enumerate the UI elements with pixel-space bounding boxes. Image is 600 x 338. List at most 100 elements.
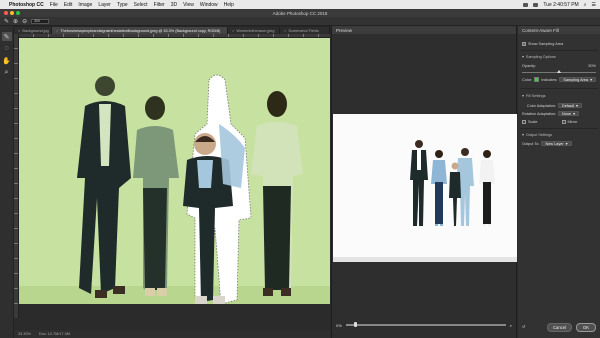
- content-aware-fill-panel: Content-Aware Fill ✓ Show Sampling Area …: [518, 26, 600, 338]
- preview-zoom-thumb[interactable]: [353, 322, 357, 328]
- menu-help[interactable]: Help: [224, 2, 234, 8]
- tab-active-document[interactable]: × Thebusinesspeopleandsignsinthestaticel…: [52, 27, 228, 34]
- mirror-label: Mirror: [567, 120, 578, 124]
- canvas-bottom-area: [19, 304, 330, 318]
- zoom-readout[interactable]: 33.33%: [18, 332, 31, 336]
- wifi-icon[interactable]: [523, 2, 529, 7]
- lasso-icon[interactable]: ◌: [2, 44, 12, 53]
- color-adaptation-value: Default: [562, 103, 575, 108]
- doc-size[interactable]: Doc: 12.7M/17.3M: [39, 332, 70, 336]
- preview-image[interactable]: [333, 114, 517, 262]
- app-menu[interactable]: Photoshop CC: [9, 2, 44, 8]
- color-label: Color:: [522, 77, 533, 82]
- sampling-brush-icon[interactable]: ✎: [1, 32, 12, 41]
- chevron-down-icon: ▾: [522, 133, 524, 137]
- subtract-mode-icon[interactable]: ⊖: [22, 18, 27, 25]
- minimize-window-icon[interactable]: [10, 11, 14, 15]
- show-sampling-area-label: Show Sampling Area: [528, 42, 564, 46]
- search-icon[interactable]: ⌕: [584, 2, 587, 8]
- zoom-window-icon[interactable]: [16, 11, 20, 15]
- show-sampling-area-checkbox[interactable]: ✓: [522, 42, 526, 46]
- tool-panel: ✎ ◌ ✋ ⌕: [0, 26, 14, 338]
- close-window-icon[interactable]: [4, 11, 8, 15]
- preview-title: Preview: [332, 26, 516, 34]
- menu-select[interactable]: Select: [134, 2, 148, 8]
- tab-label: Thebusinesspeopleandsignsinthestaticellb…: [60, 28, 221, 33]
- close-tab-icon[interactable]: ×: [18, 28, 20, 33]
- document-tabs: × Background.jpg × Thebusinesspeopleands…: [14, 26, 330, 34]
- clock[interactable]: Tue 2:40:57 PM: [543, 2, 578, 8]
- output-to-label: Output To:: [522, 141, 540, 146]
- menu-edit[interactable]: Edit: [64, 2, 73, 8]
- menu-file[interactable]: File: [50, 2, 58, 8]
- menu-image[interactable]: Image: [78, 2, 92, 8]
- show-sampling-area-row[interactable]: ✓ Show Sampling Area: [522, 42, 563, 46]
- menu-3d[interactable]: 3D: [171, 2, 177, 8]
- brush-size-field[interactable]: 300: [31, 18, 50, 24]
- chevron-down-icon: ▾: [576, 104, 578, 108]
- cancel-button[interactable]: Cancel: [547, 323, 573, 332]
- opacity-value[interactable]: 50%: [588, 64, 596, 68]
- scale-label: Scale: [528, 120, 538, 124]
- fill-settings-label: Fill Settings: [525, 93, 546, 98]
- menu-layer[interactable]: Layer: [98, 2, 111, 8]
- tab-label: Womenintheraum.jpeg: [236, 28, 275, 33]
- rotation-adaptation-value: None: [562, 111, 572, 116]
- color-adaptation-label: Color Adaptation:: [526, 103, 556, 108]
- zoom-in-icon[interactable]: ⌕: [510, 323, 512, 328]
- color-adaptation-select[interactable]: Default ▾: [558, 103, 582, 108]
- document-status-bar: 33.33% Doc: 12.7M/17.3M: [14, 330, 330, 338]
- menu-filter[interactable]: Filter: [154, 2, 165, 8]
- tab-label: Background.jpg: [22, 28, 49, 33]
- color-swatch[interactable]: [534, 77, 540, 82]
- person-woman-left: [133, 96, 179, 296]
- menu-view[interactable]: View: [183, 2, 194, 8]
- close-tab-icon[interactable]: ×: [284, 28, 286, 33]
- opacity-row: Opacity: 50%: [522, 64, 596, 68]
- rotation-adaptation-row: Rotation Adaptation: None ▾: [522, 111, 579, 116]
- person-selected-man: [183, 74, 252, 305]
- panel-title: Content-Aware Fill: [518, 26, 600, 34]
- person-woman-right: [251, 91, 303, 296]
- output-settings-header[interactable]: ▾ Output Settings: [522, 132, 552, 138]
- scale-checkbox[interactable]: [522, 120, 526, 124]
- brush-tool-icon[interactable]: ✎: [4, 18, 9, 25]
- preview-zoom-row: 0% ⌕: [336, 322, 512, 328]
- menu-window[interactable]: Window: [200, 2, 218, 8]
- chevron-down-icon: ▾: [565, 142, 568, 146]
- window-title-bar: Adobe Photoshop CC 2018: [0, 9, 600, 17]
- close-tab-icon[interactable]: ×: [232, 28, 234, 33]
- chevron-down-icon: ▾: [573, 112, 575, 116]
- indicates-select[interactable]: Sampling Area ▾: [559, 77, 597, 82]
- reset-icon[interactable]: ↺: [522, 324, 525, 329]
- opacity-slider[interactable]: [522, 70, 596, 73]
- options-bar: ✎ ⊕ ⊖ 300: [0, 17, 600, 26]
- tab-background[interactable]: × Background.jpg: [14, 27, 52, 34]
- color-adaptation-row: Color Adaptation: Default ▾: [522, 103, 582, 108]
- output-to-select[interactable]: New Layer ▾: [541, 141, 572, 146]
- battery-icon[interactable]: [533, 2, 539, 7]
- zoom-icon[interactable]: ⌕: [2, 68, 12, 77]
- add-mode-icon[interactable]: ⊕: [13, 18, 18, 25]
- close-tab-icon[interactable]: ×: [56, 28, 58, 33]
- status-area: Tue 2:40:57 PM ⌕ ☰: [523, 2, 596, 8]
- sampling-options-label: Sampling Options: [525, 54, 556, 59]
- menu-type[interactable]: Type: [117, 2, 128, 8]
- mirror-checkbox[interactable]: [561, 120, 566, 124]
- ok-button[interactable]: OK: [576, 323, 597, 332]
- tab-label: Screenshot Fields: [288, 28, 319, 33]
- opacity-slider-thumb[interactable]: [557, 70, 561, 73]
- preview-zoom-slider[interactable]: [345, 322, 506, 328]
- rotation-adaptation-select[interactable]: None ▾: [558, 111, 579, 116]
- preview-zoom-label: 0%: [336, 322, 342, 328]
- tab-screenshot[interactable]: × Screenshot Fields: [280, 27, 330, 34]
- hand-icon[interactable]: ✋: [2, 56, 12, 65]
- window-controls: [4, 11, 20, 15]
- chevron-down-icon: ▾: [522, 55, 524, 59]
- opacity-label: Opacity:: [522, 64, 536, 68]
- document-canvas[interactable]: [19, 38, 330, 318]
- menu-list-icon[interactable]: ☰: [592, 2, 596, 8]
- sampling-options-header[interactable]: ▾ Sampling Options: [522, 54, 556, 60]
- fill-settings-header[interactable]: ▾ Fill Settings: [522, 93, 546, 99]
- tab-women[interactable]: × Womenintheraum.jpeg: [228, 27, 280, 34]
